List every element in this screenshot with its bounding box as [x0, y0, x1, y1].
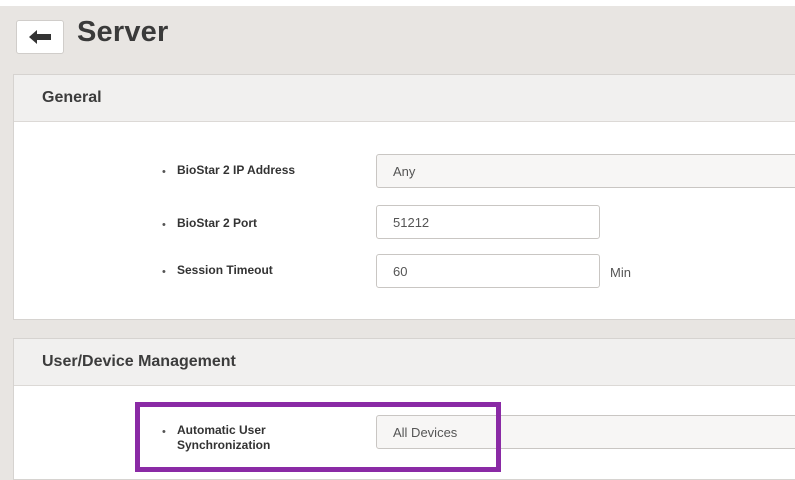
back-button[interactable]	[16, 20, 64, 54]
session-timeout-input[interactable]: 60	[376, 254, 600, 288]
port-label: BioStar 2 Port	[177, 216, 258, 230]
general-panel: General • BioStar 2 IP Address Any • Bio…	[13, 74, 795, 320]
bullet: •	[162, 166, 166, 178]
bullet: •	[162, 266, 166, 278]
bullet: •	[162, 219, 166, 231]
ip-address-select[interactable]: Any	[376, 154, 795, 188]
port-input[interactable]: 51212	[376, 205, 600, 239]
arrow-left-icon	[29, 30, 51, 44]
page-header: Server	[0, 6, 795, 68]
user-device-section-title: User/Device Management	[14, 339, 795, 386]
auto-sync-label-line2: Synchronization	[177, 438, 271, 452]
auto-sync-label-line1: Automatic User	[177, 423, 266, 437]
auto-sync-select[interactable]: All Devices	[376, 415, 795, 449]
general-section-title: General	[14, 75, 795, 122]
session-timeout-label: Session Timeout	[177, 263, 273, 277]
user-device-panel: User/Device Management • Automatic User …	[13, 338, 795, 480]
bullet: •	[162, 426, 166, 438]
session-timeout-unit: Min	[610, 265, 631, 280]
auto-sync-label: Automatic User Synchronization	[177, 423, 270, 453]
page-title: Server	[77, 16, 169, 48]
ip-address-label: BioStar 2 IP Address	[177, 163, 296, 177]
